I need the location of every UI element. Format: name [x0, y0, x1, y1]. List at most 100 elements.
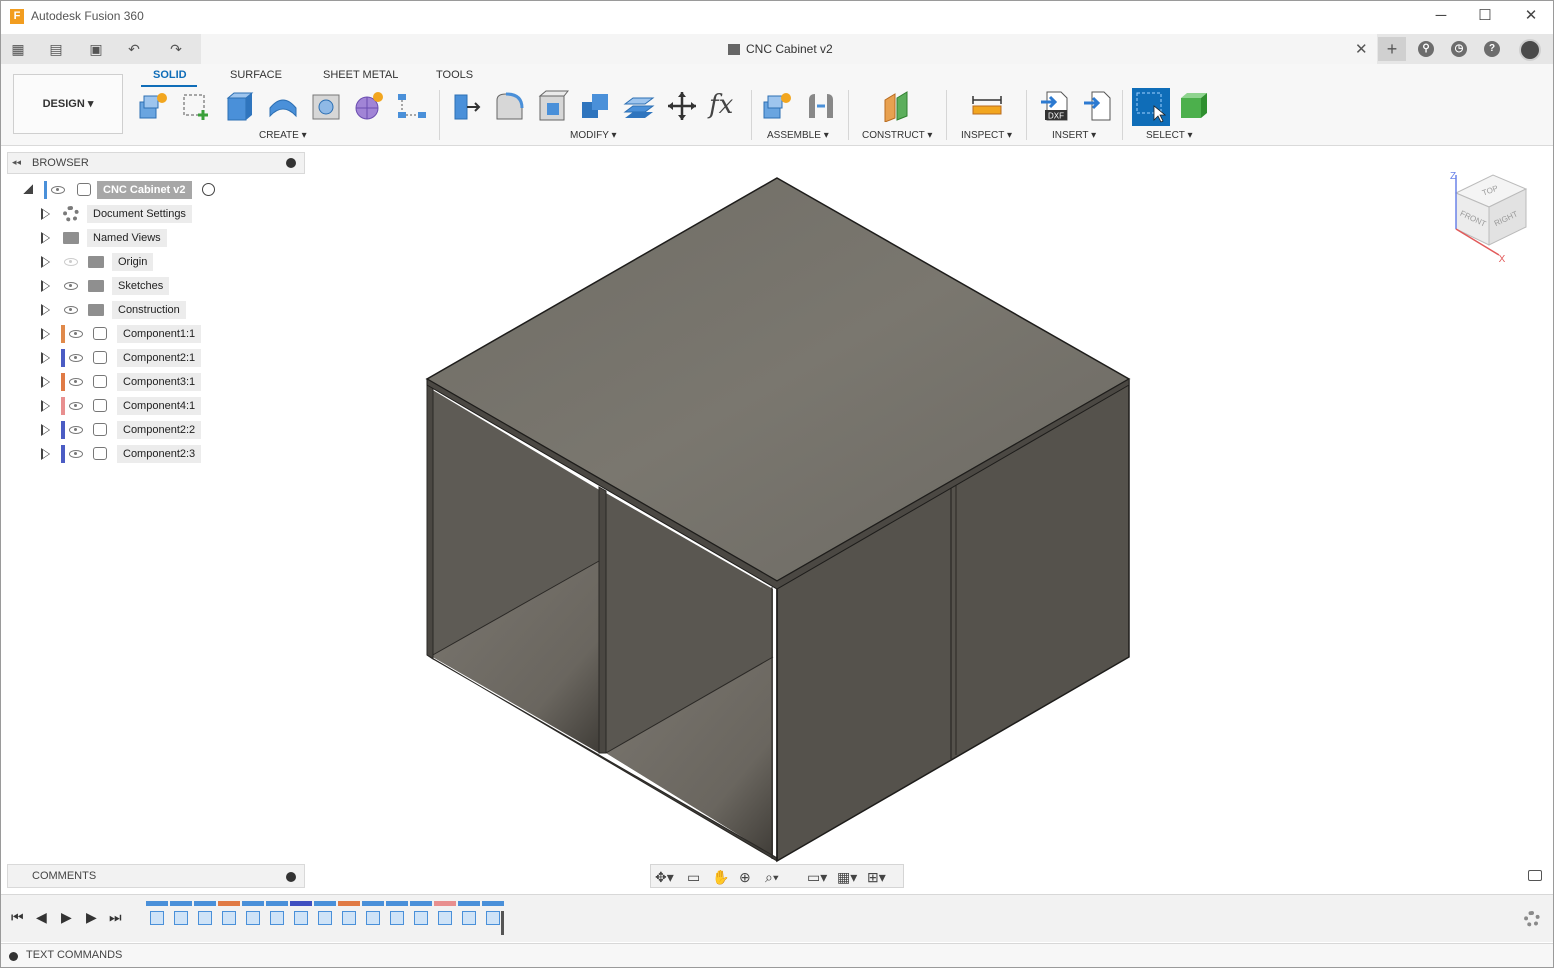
visibility-eye-icon[interactable]	[69, 426, 83, 434]
tree-item-component4-1[interactable]: Component4:1	[117, 397, 202, 415]
timeline-feature[interactable]	[362, 901, 384, 931]
timeline-feature[interactable]	[386, 901, 408, 931]
tree-item-component2-1[interactable]: Component2:1	[117, 349, 202, 367]
expand-arrow-icon[interactable]	[41, 328, 50, 340]
help-icon[interactable]: ?	[1484, 41, 1500, 57]
visibility-eye-icon[interactable]	[64, 306, 78, 314]
expand-arrow-icon[interactable]	[41, 280, 50, 292]
tree-item-component3-1[interactable]: Component3:1	[117, 373, 202, 391]
create-form-icon[interactable]	[353, 90, 385, 122]
timeline-last-icon[interactable]: ⏭	[109, 909, 122, 926]
expand-arrow-icon[interactable]	[41, 424, 50, 436]
tree-item-origin[interactable]: Origin	[112, 253, 154, 271]
timeline-feature[interactable]	[290, 901, 312, 931]
text-commands-toggle-icon[interactable]	[9, 952, 18, 961]
notifications-chat-icon[interactable]	[1528, 870, 1542, 881]
tree-item-component1-1[interactable]: Component1:1	[117, 325, 202, 343]
offset-plane-icon[interactable]	[881, 90, 913, 122]
visibility-eye-icon[interactable]	[69, 378, 83, 386]
close-document-tab-icon[interactable]: ✕	[1355, 40, 1368, 58]
timeline-feature[interactable]	[434, 901, 456, 931]
timeline-feature[interactable]	[170, 901, 192, 931]
timeline-feature[interactable]	[314, 901, 336, 931]
select-icon[interactable]	[1132, 88, 1170, 126]
tab-solid[interactable]: SOLID	[153, 69, 187, 81]
create-base-feature-icon[interactable]	[396, 90, 428, 122]
hole-icon[interactable]	[310, 90, 342, 122]
timeline-feature[interactable]	[266, 901, 288, 931]
new-component-icon[interactable]	[138, 90, 170, 122]
timeline-feature[interactable]	[194, 901, 216, 931]
new-tab-button[interactable]: +	[1378, 37, 1406, 61]
timeline-feature[interactable]	[146, 901, 168, 931]
assemble-menu[interactable]: ASSEMBLE ▾	[767, 130, 829, 141]
text-commands-bar[interactable]: TEXT COMMANDS	[1, 943, 1553, 967]
visibility-eye-icon[interactable]	[51, 186, 65, 194]
combine-icon[interactable]	[580, 90, 612, 122]
undo-icon[interactable]: ↶	[119, 40, 149, 58]
tree-item-component2-3[interactable]: Component2:3	[117, 445, 202, 463]
browser-pin-icon[interactable]	[286, 158, 296, 168]
insert-dxf-icon[interactable]: DXF	[1039, 90, 1071, 122]
timeline-marker[interactable]	[501, 911, 504, 935]
visibility-eye-icon[interactable]	[64, 282, 78, 290]
offset-face-icon[interactable]	[623, 90, 655, 122]
fit-icon[interactable]: ⌕▾	[765, 868, 779, 886]
timeline-track[interactable]	[146, 901, 506, 937]
expand-arrow-icon[interactable]	[41, 352, 50, 364]
timeline-feature[interactable]	[338, 901, 360, 931]
expand-arrow-icon[interactable]	[41, 304, 50, 316]
tab-surface[interactable]: SURFACE	[230, 69, 282, 81]
display-settings-icon[interactable]: ▭▾	[807, 868, 827, 886]
look-at-icon[interactable]: ▭	[687, 868, 700, 886]
timeline-play-icon[interactable]: ▶	[61, 909, 72, 926]
expand-arrow-icon[interactable]	[41, 376, 50, 388]
timeline-feature[interactable]	[218, 901, 240, 931]
select-menu[interactable]: SELECT ▾	[1146, 130, 1193, 141]
comments-panel-header[interactable]: COMMENTS	[7, 864, 305, 888]
expand-arrow-icon[interactable]	[41, 256, 50, 268]
expand-arrow-icon[interactable]	[41, 208, 50, 220]
maximize-button[interactable]: ☐	[1473, 6, 1497, 26]
create-menu[interactable]: CREATE ▾	[259, 130, 307, 141]
data-panel-grid-icon[interactable]: ▦	[9, 40, 27, 58]
timeline-previous-icon[interactable]: ◀	[36, 909, 47, 926]
revolve-icon[interactable]	[267, 90, 299, 122]
insert-derive-icon[interactable]	[1082, 90, 1114, 122]
visibility-eye-icon[interactable]	[69, 402, 83, 410]
new-component-assemble-icon[interactable]	[762, 90, 794, 122]
user-avatar[interactable]	[1519, 39, 1541, 61]
tree-item-named-views[interactable]: Named Views	[87, 229, 167, 247]
add-comment-icon[interactable]	[286, 872, 296, 882]
orbit-icon[interactable]: ✥▾	[655, 868, 674, 886]
change-parameters-icon[interactable]: fx	[709, 90, 741, 122]
activate-component-radio-icon[interactable]	[202, 183, 215, 196]
visibility-eye-icon[interactable]	[69, 354, 83, 362]
tree-item-document-settings[interactable]: Document Settings	[87, 205, 192, 223]
timeline-settings-gear-icon[interactable]	[1524, 911, 1540, 927]
tree-item-component2-2[interactable]: Component2:2	[117, 421, 202, 439]
zoom-icon[interactable]: ⊕	[739, 868, 751, 886]
fillet-icon[interactable]	[494, 90, 526, 122]
job-status-icon[interactable]: ◷	[1451, 41, 1467, 57]
timeline-first-icon[interactable]: ⏮	[11, 909, 24, 926]
viewports-icon[interactable]: ⊞▾	[867, 868, 886, 886]
joint-icon[interactable]	[805, 90, 837, 122]
extensions-icon[interactable]: ⚲	[1418, 41, 1434, 57]
browser-root-label[interactable]: CNC Cabinet v2	[97, 181, 192, 199]
timeline-feature[interactable]	[242, 901, 264, 931]
file-menu-icon[interactable]: ▤	[41, 40, 71, 58]
browser-header[interactable]: ◂◂ BROWSER	[7, 152, 305, 174]
visibility-eye-icon[interactable]	[69, 450, 83, 458]
close-window-button[interactable]: ✕	[1519, 6, 1543, 26]
expand-arrow-icon[interactable]	[41, 448, 50, 460]
shell-icon[interactable]	[537, 90, 569, 122]
tree-item-construction[interactable]: Construction	[112, 301, 186, 319]
measure-icon[interactable]	[971, 90, 1003, 122]
collapse-root-icon[interactable]	[16, 180, 33, 194]
press-pull-icon[interactable]	[451, 90, 483, 122]
tab-tools[interactable]: TOOLS	[436, 69, 473, 81]
construct-menu[interactable]: CONSTRUCT ▾	[862, 130, 932, 141]
timeline-next-icon[interactable]: ▶	[86, 909, 97, 926]
create-sketch-icon[interactable]	[181, 90, 213, 122]
